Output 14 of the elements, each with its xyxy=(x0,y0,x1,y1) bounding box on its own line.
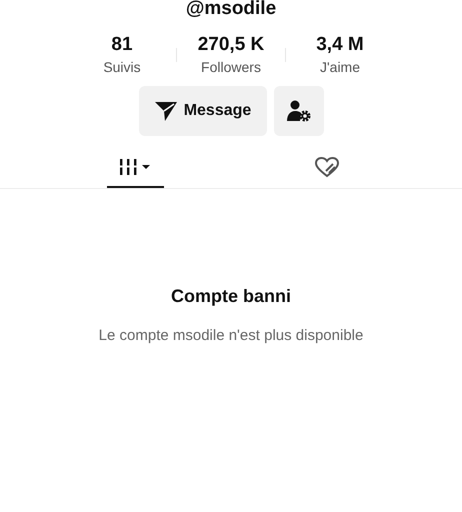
user-settings-button[interactable] xyxy=(274,86,324,136)
user-gear-icon xyxy=(286,100,310,122)
notice-title: Compte banni xyxy=(171,286,291,307)
heart-icon xyxy=(314,156,340,178)
stat-value: 270,5 K xyxy=(198,34,264,56)
send-icon xyxy=(154,100,178,122)
username: @msodile xyxy=(186,0,276,20)
stat-label: Suivis xyxy=(103,58,141,76)
notice-message: Le compte msodile n'est plus disponible xyxy=(98,327,364,344)
message-button[interactable]: Message xyxy=(138,86,266,136)
stat-value: 81 xyxy=(111,34,133,56)
stat-label: J'aime xyxy=(320,58,360,76)
stat-label: Followers xyxy=(201,58,261,76)
stat-value: 3,4 M xyxy=(316,34,364,56)
